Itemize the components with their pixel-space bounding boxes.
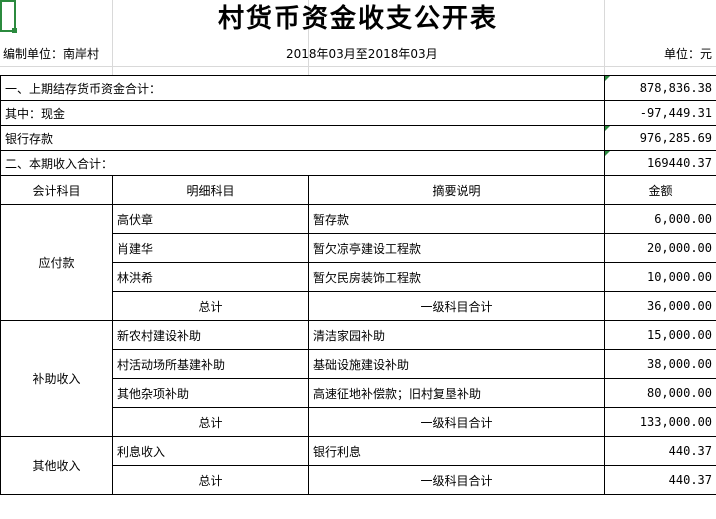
total-amount[interactable]: 133,000.00 bbox=[604, 407, 716, 437]
header-detail[interactable]: 明细科目 bbox=[112, 175, 309, 205]
account-other-income[interactable]: 其他收入 bbox=[0, 436, 113, 495]
page-title: 村货币资金收支公开表 bbox=[217, 4, 498, 34]
header-description[interactable]: 摘要说明 bbox=[307, 175, 606, 205]
desc-cell[interactable]: 清洁家园补助 bbox=[307, 320, 606, 350]
header-account[interactable]: 会计科目 bbox=[0, 175, 113, 205]
total-desc[interactable]: 一级科目合计 bbox=[307, 291, 606, 321]
prev-balance-value[interactable]: 878,836.38 bbox=[604, 75, 716, 101]
cash-value[interactable]: -97,449.31 bbox=[604, 100, 716, 126]
error-indicator-icon bbox=[605, 126, 611, 131]
currency-unit: 单位：元 bbox=[663, 47, 712, 61]
amount-cell[interactable]: 440.37 bbox=[604, 436, 716, 466]
spreadsheet-sheet: 村货币资金收支公开表 编制单位：南岸村 2018年03月至2018年03月 单位… bbox=[0, 0, 716, 519]
summary-row: 银行存款 976,285.69 bbox=[0, 125, 716, 151]
total-desc[interactable]: 一级科目合计 bbox=[307, 407, 606, 437]
amount-cell[interactable]: 38,000.00 bbox=[604, 349, 716, 379]
detail-cell[interactable]: 利息收入 bbox=[112, 436, 309, 466]
summary-row: 其中：现金 -97,449.31 bbox=[0, 100, 716, 126]
detail-cell[interactable]: 高伏章 bbox=[112, 204, 309, 234]
summary-row: 二、本期收入合计： 169440.37 bbox=[0, 150, 716, 176]
total-label[interactable]: 总计 bbox=[112, 407, 309, 437]
desc-cell[interactable]: 暂欠凉亭建设工程款 bbox=[307, 233, 606, 263]
income-label[interactable]: 二、本期收入合计： bbox=[0, 150, 606, 176]
gridline bbox=[0, 66, 716, 67]
summary-row: 一、上期结存货币资金合计： 878,836.38 bbox=[0, 75, 716, 101]
bank-label[interactable]: 银行存款 bbox=[0, 125, 606, 151]
account-subsidy[interactable]: 补助收入 bbox=[0, 320, 113, 437]
total-amount[interactable]: 36,000.00 bbox=[604, 291, 716, 321]
table-row: 其他收入 利息收入 银行利息 440.37 bbox=[0, 436, 716, 495]
detail-cell[interactable]: 林洪希 bbox=[112, 262, 309, 292]
compiling-unit: 编制单位：南岸村 bbox=[3, 47, 100, 61]
table-row: 应付款 高伏章 暂存款 6,000.00 bbox=[0, 204, 716, 321]
header-row: 会计科目 明细科目 摘要说明 金额 bbox=[0, 175, 716, 205]
desc-cell[interactable]: 高速征地补偿款；旧村复垦补助 bbox=[307, 378, 606, 408]
total-desc[interactable]: 一级科目合计 bbox=[307, 465, 606, 495]
total-amount[interactable]: 440.37 bbox=[604, 465, 716, 495]
desc-cell[interactable]: 暂欠民房装饰工程款 bbox=[307, 262, 606, 292]
total-label[interactable]: 总计 bbox=[112, 291, 309, 321]
detail-cell[interactable]: 其他杂项补助 bbox=[112, 378, 309, 408]
error-indicator-icon bbox=[605, 151, 611, 156]
cash-label[interactable]: 其中：现金 bbox=[0, 100, 606, 126]
income-value[interactable]: 169440.37 bbox=[604, 150, 716, 176]
total-label[interactable]: 总计 bbox=[112, 465, 309, 495]
amount-cell[interactable]: 6,000.00 bbox=[604, 204, 716, 234]
desc-cell[interactable]: 银行利息 bbox=[307, 436, 606, 466]
report-period: 2018年03月至2018年03月 bbox=[286, 47, 438, 61]
table-row: 补助收入 新农村建设补助 清洁家园补助 15,000.00 bbox=[0, 320, 716, 437]
amount-cell[interactable]: 20,000.00 bbox=[604, 233, 716, 263]
bank-value[interactable]: 976,285.69 bbox=[604, 125, 716, 151]
desc-cell[interactable]: 暂存款 bbox=[307, 204, 606, 234]
detail-cell[interactable]: 新农村建设补助 bbox=[112, 320, 309, 350]
header-amount[interactable]: 金额 bbox=[604, 175, 716, 205]
error-indicator-icon bbox=[605, 76, 611, 81]
amount-cell[interactable]: 80,000.00 bbox=[604, 378, 716, 408]
account-payable[interactable]: 应付款 bbox=[0, 204, 113, 321]
detail-cell[interactable]: 村活动场所基建补助 bbox=[112, 349, 309, 379]
cash-table: 一、上期结存货币资金合计： 878,836.38 其中：现金 -97,449.3… bbox=[0, 75, 716, 495]
amount-cell[interactable]: 10,000.00 bbox=[604, 262, 716, 292]
prev-balance-label[interactable]: 一、上期结存货币资金合计： bbox=[0, 75, 606, 101]
detail-cell[interactable]: 肖建华 bbox=[112, 233, 309, 263]
amount-cell[interactable]: 15,000.00 bbox=[604, 320, 716, 350]
desc-cell[interactable]: 基础设施建设补助 bbox=[307, 349, 606, 379]
